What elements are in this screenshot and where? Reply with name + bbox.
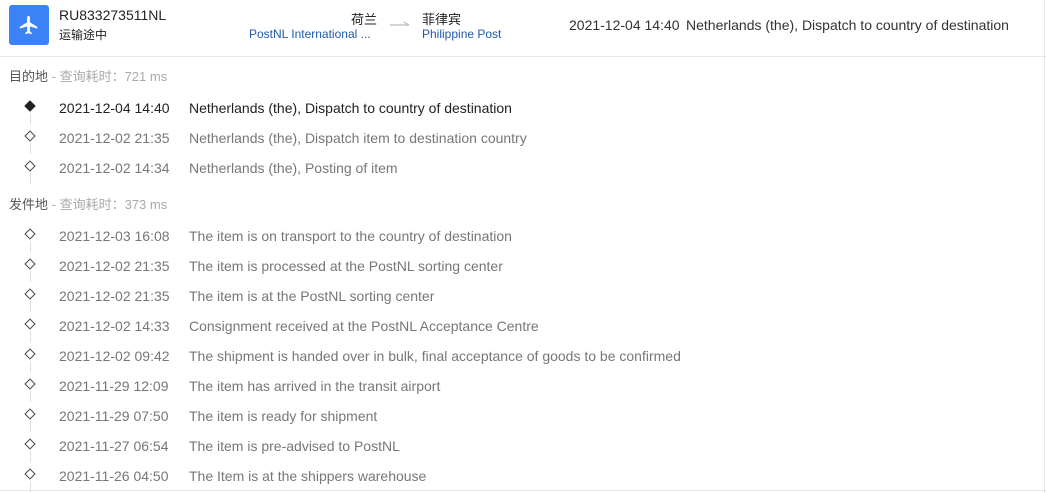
timeline-event: 2021-12-02 09:42 The shipment is handed o…: [0, 342, 1046, 372]
event-time: 2021-12-02 09:42: [59, 348, 170, 364]
timeline-connector: [30, 361, 31, 372]
timeline-event: 2021-12-02 14:33 Consignment received at …: [0, 312, 1046, 342]
destination-carrier-link[interactable]: Philippine Post: [422, 27, 501, 41]
event-description: Netherlands (the), Dispatch to country o…: [189, 100, 512, 116]
origin-title: 发件地: [9, 197, 49, 212]
event-description: The item is ready for shipment: [189, 408, 378, 424]
diamond-marker-icon: [24, 288, 36, 300]
diamond-marker-icon: [24, 228, 36, 240]
timeline-connector: [30, 241, 31, 252]
event-description: Consignment received at the PostNL Accep…: [189, 318, 539, 334]
diamond-marker-icon: [24, 378, 36, 390]
timeline-connector: [30, 451, 31, 462]
tracking-number[interactable]: RU833273511NL: [59, 7, 166, 23]
event-time: 2021-12-03 16:08: [59, 228, 170, 244]
destination-query-time: - 查询耗时：721 ms: [48, 69, 168, 84]
event-description: The item has arrived in the transit airp…: [189, 378, 441, 394]
timeline-connector: [30, 301, 31, 312]
timeline-connector: [30, 271, 31, 282]
timeline-event: 2021-11-27 06:54 The item is pre-advised …: [0, 432, 1046, 462]
origin-country: 荷兰: [350, 12, 377, 27]
event-time: 2021-12-02 14:34: [59, 160, 170, 176]
destination-country: 菲律宾: [422, 12, 462, 27]
timeline-connector: [30, 143, 31, 154]
event-time: 2021-12-02 21:35: [59, 288, 170, 304]
timeline-event: 2021-12-03 16:08 The item is on transport…: [0, 222, 1046, 252]
diamond-marker-icon: [24, 100, 36, 112]
diamond-marker-icon: [24, 318, 36, 330]
destination-section-title: 目的地 - 查询耗时：721 ms: [9, 66, 167, 85]
divider: [1044, 0, 1045, 493]
diamond-marker-icon: [24, 160, 36, 172]
event-time: 2021-12-04 14:40: [59, 100, 170, 116]
arrow-right-icon: [390, 21, 410, 26]
event-description: Netherlands (the), Posting of item: [189, 160, 398, 176]
event-time: 2021-11-27 06:54: [59, 438, 169, 454]
event-description: Netherlands (the), Dispatch item to dest…: [189, 130, 527, 146]
status-label: 运输途中: [59, 28, 108, 42]
event-description: The item is at the PostNL sorting center: [189, 288, 435, 304]
latest-event-time: 2021-12-04 14:40: [569, 17, 680, 33]
timeline-event: 2021-12-04 14:40 Netherlands (the), Dispa…: [0, 94, 1046, 124]
diamond-marker-icon: [24, 258, 36, 270]
event-time: 2021-11-26 04:50: [59, 468, 169, 484]
timeline-event: 2021-12-02 21:35 Netherlands (the), Dispa…: [0, 124, 1046, 154]
timeline-event: 2021-11-26 04:50 The Item is at the shipp…: [0, 462, 1046, 492]
destination-title: 目的地: [9, 69, 49, 84]
origin-section-title: 发件地 - 查询耗时：373 ms: [9, 194, 167, 213]
event-description: The item is processed at the PostNL sort…: [189, 258, 503, 274]
latest-event-description: Netherlands (the), Dispatch to country o…: [686, 17, 1009, 33]
event-description: The item is on transport to the country …: [189, 228, 512, 244]
timeline-connector: [30, 173, 31, 184]
diamond-marker-icon: [24, 468, 36, 480]
origin-query-time: - 查询耗时：373 ms: [48, 197, 168, 212]
event-time: 2021-11-29 12:09: [59, 378, 169, 394]
shipment-header: RU833273511NL 运输途中 荷兰 PostNL Internation…: [0, 0, 1046, 57]
event-time: 2021-12-02 14:33: [59, 318, 170, 334]
timeline-event: 2021-12-02 21:35 The item is at the PostN…: [0, 282, 1046, 312]
diamond-marker-icon: [24, 348, 36, 360]
timeline-event: 2021-12-02 14:34 Netherlands (the), Posti…: [0, 154, 1046, 184]
diamond-marker-icon: [24, 130, 36, 142]
timeline-event: 2021-12-02 21:35 The item is processed at…: [0, 252, 1046, 282]
event-description: The item is pre-advised to PostNL: [189, 438, 400, 454]
timeline-connector: [30, 113, 31, 124]
timeline-event: 2021-11-29 07:50 The item is ready for sh…: [0, 402, 1046, 432]
event-time: 2021-12-02 21:35: [59, 258, 170, 274]
diamond-marker-icon: [24, 438, 36, 450]
event-description: The shipment is handed over in bulk, fin…: [189, 348, 681, 364]
event-description: The Item is at the shippers warehouse: [189, 468, 427, 484]
timeline-connector: [30, 331, 31, 342]
timeline-connector: [30, 391, 31, 402]
timeline-connector: [30, 421, 31, 432]
diamond-marker-icon: [24, 408, 36, 420]
airplane-icon: [9, 5, 49, 45]
origin-carrier-link[interactable]: PostNL International ...: [249, 27, 377, 41]
timeline-event: 2021-11-29 12:09 The item has arrived in …: [0, 372, 1046, 402]
divider: [0, 490, 1046, 491]
event-time: 2021-11-29 07:50: [59, 408, 169, 424]
event-time: 2021-12-02 21:35: [59, 130, 170, 146]
